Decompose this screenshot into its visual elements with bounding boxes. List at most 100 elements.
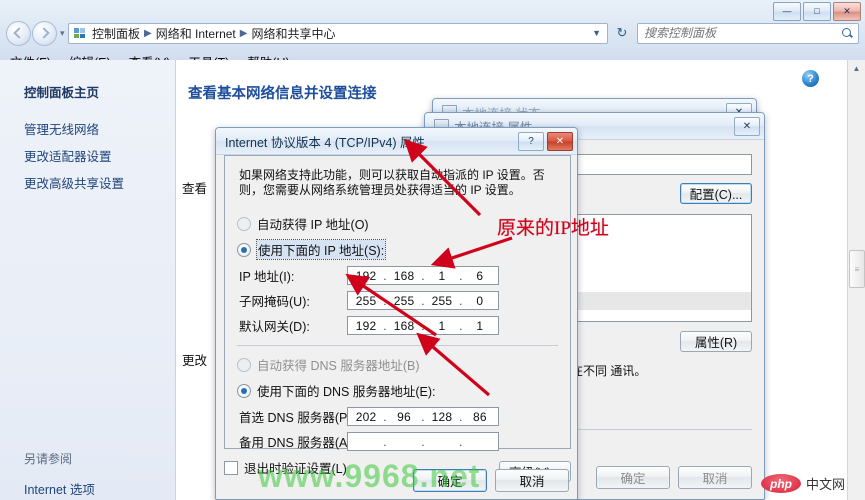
search-input[interactable]	[642, 25, 841, 41]
lan-cancel-button[interactable]: 取消	[678, 466, 752, 489]
ip-dot: .	[383, 409, 387, 424]
explorer-window-chrome: — □ ✕ ▾ 控制面板 ▶ 网络和 Internet ▶ 网络和共享中心 ▼ …	[0, 0, 865, 70]
ip-dot: .	[459, 409, 463, 424]
gateway-octet-2[interactable]: 168	[393, 319, 415, 333]
sidebar: 控制面板主页 管理无线网络 更改适配器设置 更改高级共享设置 另请参阅 Inte…	[0, 60, 176, 500]
radio-auto-dns-row[interactable]: 自动获得 DNS 服务器地址(B)	[237, 355, 558, 374]
properties-button[interactable]: 属性(R)	[680, 331, 752, 352]
back-button[interactable]	[6, 20, 31, 46]
ip-dot: .	[421, 293, 425, 308]
sidebar-item-internet-options[interactable]: Internet 选项	[24, 479, 176, 498]
ip-octet-2[interactable]: 168	[393, 269, 415, 283]
search-icon	[841, 27, 854, 40]
refresh-button[interactable]: ↻	[610, 22, 634, 45]
breadcrumb-item-1[interactable]: 网络和 Internet	[156, 25, 236, 42]
ipv4-description: 如果网络支持此功能，则可以获取自动指派的 IP 设置。否则，您需要从网络系统管理…	[239, 168, 545, 197]
ipv4-dialog-titlebar: Internet 协议版本 4 (TCP/IPv4) 属性 ? ✕	[216, 128, 577, 155]
ip-address-input[interactable]: 192 . 168 . 1 . 6	[347, 266, 499, 285]
recent-pages-caret-icon[interactable]: ▾	[60, 28, 65, 39]
scroll-up-arrow-icon[interactable]: ▲	[848, 60, 865, 77]
configure-button[interactable]: 配置(C)...	[680, 183, 752, 204]
radio-manual-dns-row[interactable]: 使用下面的 DNS 服务器地址(E):	[237, 381, 558, 400]
ip-address-row: IP 地址(I): 192 . 168 . 1 . 6	[237, 266, 558, 285]
sidebar-item-change-advanced-sharing[interactable]: 更改高级共享设置	[0, 177, 175, 192]
see-also-title: 另请参阅	[24, 452, 73, 466]
radio-auto-ip-icon[interactable]	[237, 216, 251, 231]
preferred-dns-input[interactable]: 202 . 96 . 128 . 86	[347, 407, 499, 426]
address-bar[interactable]: 控制面板 ▶ 网络和 Internet ▶ 网络和共享中心 ▼	[68, 22, 608, 44]
gateway-octet-1[interactable]: 192	[355, 319, 377, 333]
gateway-octet-4[interactable]: 1	[469, 319, 491, 333]
subnet-mask-row: 子网掩码(U): 255 . 255 . 255 . 0	[237, 291, 558, 310]
mask-octet-1[interactable]: 255	[355, 294, 377, 308]
ip-dot: .	[421, 318, 425, 333]
radio-auto-dns-icon[interactable]	[237, 357, 251, 372]
sidebar-item-control-panel-home[interactable]: 控制面板主页	[0, 82, 175, 101]
main-partial-text-view: 查看	[182, 182, 208, 196]
ipv4-close-button[interactable]: ✕	[547, 131, 573, 151]
validate-settings-checkbox[interactable]	[224, 460, 238, 475]
validate-settings-row[interactable]: 退出时验证设置(L)	[224, 458, 347, 477]
php-badge-icon: php	[760, 474, 801, 493]
gateway-input[interactable]: 192 . 168 . 1 . 1	[347, 316, 499, 335]
ip-octet-4[interactable]: 6	[469, 269, 491, 283]
ip-dot: .	[421, 434, 425, 449]
address-dropdown-icon[interactable]: ▼	[592, 28, 605, 38]
ip-octet-3[interactable]: 1	[431, 269, 453, 283]
control-panel-icon	[73, 26, 89, 40]
main-partial-text-change: 更改	[182, 354, 208, 368]
ip-dot: .	[383, 268, 387, 283]
vertical-scrollbar[interactable]: ▲ ≡	[847, 60, 865, 500]
alternate-dns-input[interactable]: . . .	[347, 432, 499, 451]
breadcrumb-item-2[interactable]: 网络和共享中心	[251, 25, 335, 42]
sidebar-item-manage-wireless[interactable]: 管理无线网络	[0, 123, 175, 138]
breadcrumb-separator-icon: ▶	[239, 27, 248, 39]
lan-dialog-actions: 确定 取消	[596, 466, 752, 489]
php-logo-text: 中文网	[805, 477, 845, 492]
dns1-octet-1[interactable]: 202	[355, 410, 377, 424]
alternate-dns-row: 备用 DNS 服务器(A): . . .	[237, 432, 558, 451]
ip-dot: .	[421, 268, 425, 283]
lan-ok-button[interactable]: 确定	[596, 466, 670, 489]
alternate-dns-label: 备用 DNS 服务器(A):	[239, 436, 355, 450]
scrollbar-thumb[interactable]: ≡	[849, 250, 865, 288]
radio-auto-ip-label: 自动获得 IP 地址(O)	[257, 218, 369, 232]
mask-octet-2[interactable]: 255	[393, 294, 415, 308]
cancel-button[interactable]: 取消	[495, 469, 569, 492]
help-icon[interactable]: ?	[802, 70, 819, 87]
dns1-octet-3[interactable]: 128	[431, 410, 453, 424]
dns1-octet-4[interactable]: 86	[469, 410, 491, 424]
ipv4-help-button[interactable]: ?	[518, 131, 544, 151]
subnet-mask-label: 子网掩码(U):	[239, 295, 310, 309]
subnet-mask-input[interactable]: 255 . 255 . 255 . 0	[347, 291, 499, 310]
preferred-dns-row: 首选 DNS 服务器(P): 202 . 96 . 128 . 86	[237, 407, 558, 426]
validate-settings-label: 退出时验证设置(L)	[244, 462, 347, 476]
breadcrumb-item-0[interactable]: 控制面板	[92, 25, 140, 42]
lan-properties-close-button[interactable]: ✕	[734, 116, 760, 136]
forward-button[interactable]	[32, 20, 57, 46]
search-box[interactable]	[637, 22, 859, 44]
sidebar-see-also: 另请参阅 Internet 选项	[0, 450, 176, 500]
sidebar-item-change-adapter-settings[interactable]: 更改适配器设置	[0, 150, 175, 165]
ok-button[interactable]: 确定	[413, 469, 487, 492]
ip-dot: .	[383, 434, 387, 449]
divider	[237, 345, 558, 346]
ipv4-dialog-title: Internet 协议版本 4 (TCP/IPv4) 属性	[225, 135, 426, 150]
radio-manual-ip-icon[interactable]	[237, 242, 251, 257]
page-title: 查看基本网络信息并设置连接	[188, 86, 377, 102]
radio-manual-ip-row[interactable]: 使用下面的 IP 地址(S):	[237, 239, 558, 260]
ip-dot: .	[383, 318, 387, 333]
mask-octet-4[interactable]: 0	[469, 294, 491, 308]
ip-octet-1[interactable]: 192	[355, 269, 377, 283]
nav-buttons: ▾	[0, 20, 66, 46]
annotation-ip-note: 原来的IP地址	[497, 218, 609, 239]
screen-root: — □ ✕ ▾ 控制面板 ▶ 网络和 Internet ▶ 网络和共享中心 ▼ …	[0, 0, 865, 500]
radio-manual-dns-icon[interactable]	[237, 383, 251, 398]
mask-octet-3[interactable]: 255	[431, 294, 453, 308]
dns1-octet-2[interactable]: 96	[393, 410, 415, 424]
gateway-octet-3[interactable]: 1	[431, 319, 453, 333]
ip-dot: .	[459, 318, 463, 333]
ipv4-properties-dialog: Internet 协议版本 4 (TCP/IPv4) 属性 ? ✕ 常规 如果网…	[215, 127, 578, 500]
gateway-row: 默认网关(D): 192 . 168 . 1 . 1	[237, 316, 558, 335]
ip-dot: .	[459, 268, 463, 283]
